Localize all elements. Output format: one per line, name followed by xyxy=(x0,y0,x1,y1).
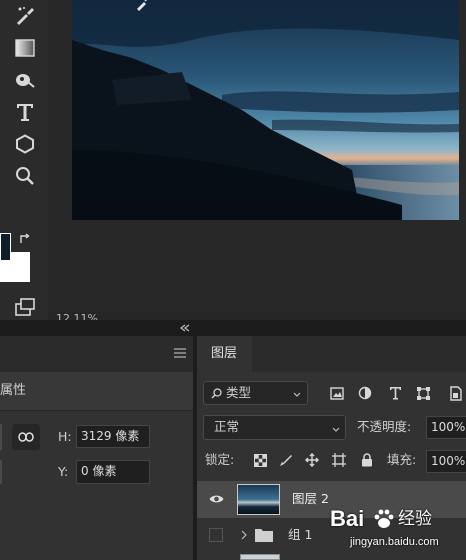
opacity-label: 不透明度: xyxy=(357,419,412,434)
screen-mode-icon[interactable] xyxy=(12,296,38,318)
panel-dock-strip xyxy=(0,320,466,336)
gradient-tool-icon[interactable] xyxy=(12,36,38,60)
y-field[interactable]: 0 像素 xyxy=(76,460,150,484)
canvas-image[interactable] xyxy=(72,0,459,220)
layers-tab[interactable]: 图层 xyxy=(197,336,252,372)
lock-position-icon[interactable] xyxy=(304,452,320,468)
link-proportions-icon[interactable] xyxy=(12,424,40,450)
chevron-down-icon xyxy=(331,424,341,434)
visibility-toggle[interactable] xyxy=(209,528,223,542)
properties-tab-bar xyxy=(0,336,193,372)
layers-tab-label: 图层 xyxy=(211,346,238,361)
fill-label: 填充: xyxy=(387,452,417,467)
panel-menu-icon[interactable] xyxy=(172,346,188,360)
blur-tool-icon[interactable] xyxy=(12,68,38,92)
brush-cursor-icon xyxy=(134,0,150,12)
filter-adjustment-icon[interactable] xyxy=(356,384,374,402)
layer-name: 组 1 xyxy=(288,527,313,542)
watermark-url: jingyan.baidu.com xyxy=(350,536,439,548)
zoom-tool-icon[interactable] xyxy=(12,164,38,188)
baidu-jingyan-watermark: Bai 经验 jingyan.baidu.com xyxy=(328,505,466,560)
height-label: H: xyxy=(58,429,72,444)
properties-tab[interactable]: 属性 xyxy=(0,372,193,410)
swap-colors-icon[interactable] xyxy=(18,232,32,246)
height-field[interactable]: 3129 像素 xyxy=(76,425,150,448)
filter-type-icon[interactable] xyxy=(386,384,404,402)
opacity-field[interactable]: 100% xyxy=(426,416,466,439)
collapse-panels-icon[interactable] xyxy=(178,322,192,334)
paw-logo-icon xyxy=(372,507,396,531)
layer-filter-dropdown[interactable]: 类型 xyxy=(203,381,308,405)
brush-tool-icon[interactable] xyxy=(12,4,38,28)
tools-panel xyxy=(0,0,48,330)
search-icon xyxy=(210,387,222,399)
filter-smart-object-icon[interactable] xyxy=(446,384,464,402)
watermark-brand: Bai xyxy=(330,506,365,531)
folder-icon xyxy=(253,526,275,544)
blend-mode-value: 正常 xyxy=(214,419,240,434)
properties-tab-label: 属性 xyxy=(0,383,27,398)
fill-field[interactable]: 100% xyxy=(426,450,466,473)
lock-transparent-pixels-icon[interactable] xyxy=(252,452,268,468)
foreground-color-swatch[interactable] xyxy=(0,233,11,261)
chevron-down-icon xyxy=(292,389,302,399)
layer-name: 图层 2 xyxy=(292,491,329,506)
lock-image-pixels-icon[interactable] xyxy=(278,452,294,468)
lock-artboard-icon[interactable] xyxy=(331,452,347,468)
filter-shape-icon[interactable] xyxy=(414,384,432,402)
layers-tab-bar: 图层 xyxy=(197,336,466,372)
lock-label: 锁定: xyxy=(205,452,235,467)
blend-mode-dropdown[interactable]: 正常 xyxy=(203,415,346,440)
type-tool-icon[interactable] xyxy=(12,100,38,124)
divider xyxy=(0,410,193,411)
x-field-edge xyxy=(0,460,2,484)
layer-thumbnail xyxy=(237,484,280,515)
watermark-brand-cn: 经验 xyxy=(398,509,432,529)
y-label: Y: xyxy=(58,464,69,479)
filter-pixel-icon[interactable] xyxy=(328,384,346,402)
eye-icon[interactable] xyxy=(208,493,224,505)
filter-type-label: 类型 xyxy=(226,385,252,400)
shape-tool-icon[interactable] xyxy=(12,132,38,156)
layer-thumbnail-partial xyxy=(240,554,280,560)
lock-all-icon[interactable] xyxy=(359,452,375,468)
w-field-edge xyxy=(0,424,2,450)
chevron-right-icon[interactable] xyxy=(239,528,249,542)
